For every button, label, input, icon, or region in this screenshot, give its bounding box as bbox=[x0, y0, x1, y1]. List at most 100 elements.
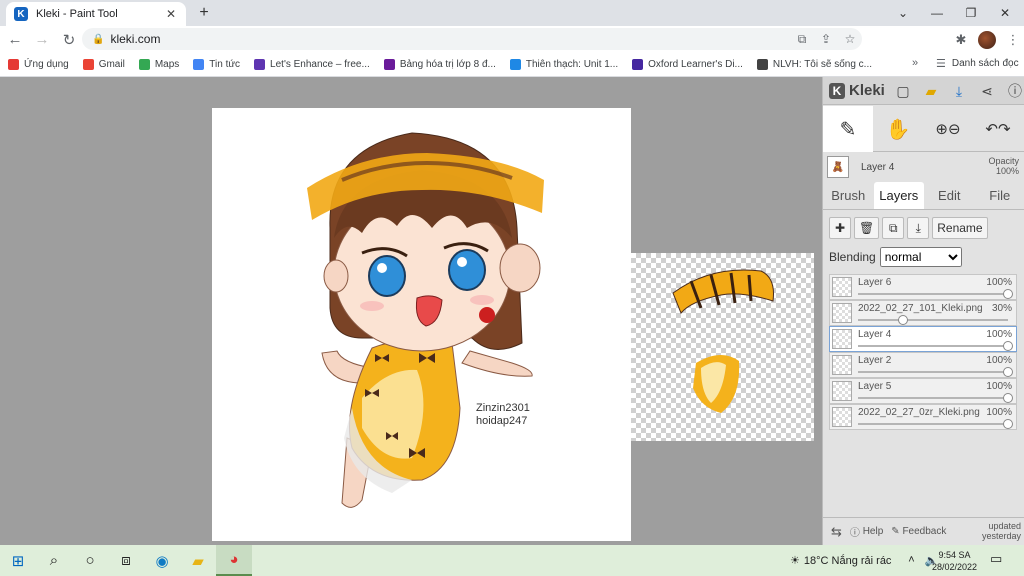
bookmark-icon bbox=[82, 59, 94, 70]
add-layer-button[interactable]: ✚ bbox=[829, 217, 851, 239]
slider-knob[interactable] bbox=[1003, 393, 1013, 403]
bookmarks-bar: Ứng dụng Gmail Maps Tin tức Let's Enhance – … bbox=[0, 53, 1024, 77]
avatar[interactable] bbox=[978, 31, 996, 49]
bookmark-item[interactable]: Let's Enhance – free... bbox=[254, 59, 370, 70]
system-clock[interactable]: 9:54 SA 28/02/2022 bbox=[932, 549, 977, 573]
layer-opacity: 100% bbox=[986, 329, 1012, 340]
cortana-icon[interactable]: ○ bbox=[72, 545, 108, 576]
help-link[interactable]: ⓘ Help bbox=[850, 524, 883, 539]
menu-icon[interactable]: ⋮ bbox=[1000, 32, 1024, 48]
forward-arrow-icon[interactable]: → bbox=[30, 28, 54, 52]
chevron-up-icon[interactable]: ˄ bbox=[901, 554, 921, 567]
layer-row[interactable]: Layer 6 100% bbox=[829, 274, 1017, 300]
address-bar[interactable]: 🔒 kleki.com ⧉ ⇪ ☆ bbox=[82, 28, 862, 50]
layer-row[interactable]: 2022_02_27_101_Kleki.png 30% bbox=[829, 300, 1017, 326]
share-icon[interactable]: ⋖ bbox=[973, 81, 1001, 101]
edge-icon[interactable]: ◉ bbox=[144, 545, 180, 576]
blending-control: Blending normal bbox=[829, 247, 962, 267]
lock-icon: 🔒 bbox=[92, 33, 105, 45]
swap-icon[interactable]: ⇆ bbox=[831, 524, 842, 540]
layer-opacity-slider[interactable] bbox=[858, 315, 1008, 325]
layer-opacity-slider[interactable] bbox=[858, 367, 1013, 377]
kleki-workspace[interactable]: Zinzin2301 hoidap247 bbox=[0, 77, 822, 545]
notification-icon[interactable]: ▭ bbox=[990, 551, 1002, 567]
bookmarks-more-button[interactable]: » bbox=[912, 57, 918, 69]
bookmark-item[interactable]: Maps bbox=[138, 59, 179, 70]
tab-brush[interactable]: Brush bbox=[823, 182, 874, 209]
star-icon[interactable]: ☆ bbox=[838, 32, 862, 46]
undo-redo-icons[interactable]: ↶↷ bbox=[973, 106, 1023, 152]
rename-button[interactable]: Rename bbox=[932, 217, 988, 239]
delete-layer-button[interactable]: 🗑 bbox=[854, 217, 880, 239]
bookmark-icon bbox=[8, 59, 19, 70]
browser-toolbar: ← → ↻ 🔒 kleki.com ⧉ ⇪ ☆ ✱ ⋮ bbox=[0, 26, 1024, 53]
bookmark-item[interactable]: NLVH: Tôi sẽ sống c... bbox=[756, 59, 872, 70]
extensions-icon[interactable]: ✱ bbox=[948, 32, 974, 48]
back-arrow-icon[interactable]: ← bbox=[3, 28, 27, 52]
hand-tool-icon[interactable]: ✋ bbox=[873, 106, 923, 152]
search-icon[interactable]: ⌕ bbox=[36, 545, 72, 576]
bookmark-item[interactable]: Oxford Learner's Di... bbox=[632, 59, 743, 70]
bookmark-item[interactable]: Tin tức bbox=[193, 59, 240, 70]
minimize-icon[interactable]: — bbox=[920, 0, 954, 26]
layer-opacity-slider[interactable] bbox=[858, 393, 1013, 403]
windows-start-icon[interactable]: ⊞ bbox=[0, 545, 36, 576]
reading-list-icon: ☰ bbox=[936, 58, 946, 70]
duplicate-layer-button[interactable]: ⧉ bbox=[882, 217, 905, 239]
slider-knob[interactable] bbox=[1003, 367, 1013, 377]
tab-layers[interactable]: Layers bbox=[873, 182, 924, 209]
layer-thumbnail bbox=[832, 407, 852, 427]
drawing-canvas[interactable]: Zinzin2301 hoidap247 bbox=[212, 108, 631, 541]
browser-tab[interactable]: K Kleki - Paint Tool ✕ bbox=[6, 2, 186, 26]
weather-text[interactable]: Nắng rải rác bbox=[832, 555, 892, 567]
tab-file[interactable]: File bbox=[975, 182, 1024, 209]
weather-icon[interactable]: ☀ bbox=[790, 554, 800, 567]
close-window-icon[interactable]: ✕ bbox=[988, 0, 1022, 26]
close-icon[interactable]: ✕ bbox=[164, 7, 178, 21]
tab-search-icon[interactable]: ⌄ bbox=[886, 0, 920, 26]
layer-opacity-slider[interactable] bbox=[858, 419, 1013, 429]
weather-temp[interactable]: 18°C bbox=[804, 555, 829, 567]
layer-thumbnail bbox=[832, 303, 852, 323]
new-image-icon[interactable]: ▢ bbox=[889, 81, 917, 101]
layer-list: Layer 6 100% 2022_02_27_101_Kleki.png 30% La… bbox=[829, 274, 1017, 430]
slider-knob[interactable] bbox=[1003, 341, 1013, 351]
slider-knob[interactable] bbox=[1003, 419, 1013, 429]
panel-tabs: Brush Layers Edit File bbox=[823, 182, 1024, 210]
layer-name: 2022_02_27_0zr_Kleki.png bbox=[858, 407, 980, 418]
new-tab-button[interactable]: + bbox=[194, 3, 214, 23]
help-icon[interactable]: ⓘ bbox=[1001, 81, 1024, 101]
slider-knob[interactable] bbox=[898, 315, 908, 325]
brush-tool-icon[interactable]: ✎ bbox=[823, 106, 873, 152]
chrome-icon[interactable]: ◕ bbox=[216, 545, 252, 576]
layer-opacity-slider[interactable] bbox=[858, 289, 1013, 299]
open-folder-icon[interactable]: ▰ bbox=[917, 81, 945, 101]
blending-select[interactable]: normal bbox=[879, 247, 962, 267]
feedback-link[interactable]: ✎ Feedback bbox=[891, 526, 946, 537]
layer-name: Layer 6 bbox=[858, 277, 892, 288]
layer-opacity-slider[interactable] bbox=[858, 341, 1013, 351]
layer-row[interactable]: Layer 2 100% bbox=[829, 352, 1017, 378]
bookmark-item[interactable]: Bảng hóa trị lớp 8 đ... bbox=[383, 59, 496, 70]
reload-icon[interactable]: ↻ bbox=[57, 28, 81, 52]
tab-title: Kleki - Paint Tool bbox=[36, 8, 118, 20]
layer-opacity: 100% bbox=[986, 355, 1012, 366]
layer-row[interactable]: Layer 4 100% bbox=[829, 326, 1017, 352]
reading-list-button[interactable]: ☰ Danh sách đọc bbox=[936, 57, 1019, 70]
share-icon[interactable]: ⇪ bbox=[814, 32, 838, 46]
download-icon[interactable]: ⤓ bbox=[945, 81, 973, 101]
file-explorer-icon[interactable]: ▰ bbox=[180, 545, 216, 576]
merge-down-button[interactable]: ⤓ bbox=[907, 217, 930, 239]
restore-icon[interactable]: ❐ bbox=[954, 0, 988, 26]
layer-row[interactable]: 2022_02_27_0zr_Kleki.png 100% bbox=[829, 404, 1017, 430]
kleki-side-panel: K Kleki ▢ ▰ ⤓ ⋖ ⓘ ✎ ✋ ⊕⊖ ↶↷ 🧸 Layer 4 Op… bbox=[822, 77, 1024, 545]
zoom-icons[interactable]: ⊕⊖ bbox=[923, 106, 973, 152]
slider-knob[interactable] bbox=[1003, 289, 1013, 299]
tab-edit[interactable]: Edit bbox=[924, 182, 975, 209]
bookmark-item[interactable]: Thiên thạch: Unit 1... bbox=[509, 59, 618, 70]
translate-icon[interactable]: ⧉ bbox=[790, 32, 814, 47]
task-view-icon[interactable]: ⧈ bbox=[108, 545, 144, 576]
layer-row[interactable]: Layer 5 100% bbox=[829, 378, 1017, 404]
bookmark-item[interactable]: Gmail bbox=[82, 59, 125, 70]
bookmark-item[interactable]: Ứng dụng bbox=[8, 59, 69, 70]
